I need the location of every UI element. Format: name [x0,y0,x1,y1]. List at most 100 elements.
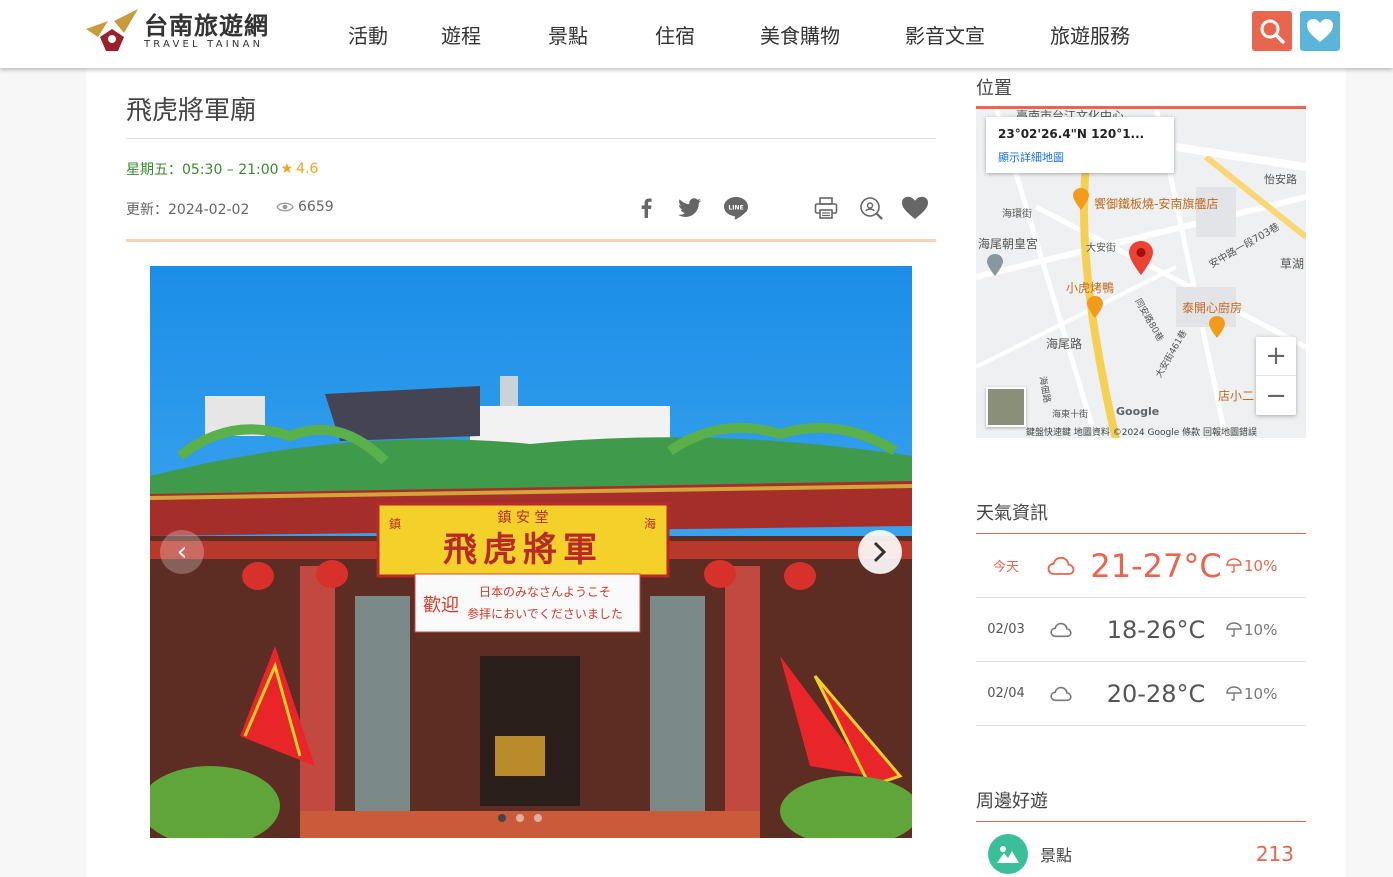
twitter-icon [678,198,701,217]
map-footer[interactable]: 鍵盤快速鍵 地圖資料 ©2024 Google 條款 回報地圖錯誤 [1026,425,1257,438]
map-coordinates: 23°02'26.4"N 120°1... [998,127,1145,141]
nearby-divider [976,821,1306,822]
favorites-button[interactable] [1300,11,1340,51]
facebook-icon [641,198,652,218]
map-label: 大安街 [1086,243,1116,254]
chevron-left-icon: ‹ [176,537,188,567]
map-label: 海尾路 [1046,337,1083,351]
line-icon: LINE [724,197,748,220]
welcome-left-text: 歡迎 [423,595,459,616]
nav-media[interactable]: 影音文宣 [905,20,1050,49]
weather-rain: 10% [1226,685,1296,703]
nav-food-shopping[interactable]: 美食購物 [760,20,905,49]
nearby-search-button[interactable] [857,194,885,222]
weather-date: 02/03 [987,622,1025,637]
logo-subtitle: TRAVEL TAINAN [144,39,264,50]
zoom-out-button[interactable]: − [1256,376,1296,415]
cloud-icon [1036,686,1086,702]
svg-text:LINE: LINE [728,205,743,212]
restaurant-pin-icon [1209,316,1225,338]
star-icon: ★ [280,161,294,177]
print-icon [814,197,838,219]
temple-photo: 鎮 安 堂 飛虎將軍 鎮 海 歡迎 日本のみなさんようこそ 参拝においでください… [150,266,912,838]
opening-hours: 星期五：05:30 – 21:00 ★ 4.6 [126,159,318,179]
nav-lodging[interactable]: 住宿 [655,20,760,49]
map-zoom-controls: + − [1256,337,1296,415]
landscape-icon [988,834,1028,874]
restaurant-pin-icon [1073,188,1089,210]
banner-top-text: 鎮 安 堂 [498,510,549,526]
map-label: 海環街 [1002,209,1032,220]
carousel-dot[interactable] [498,814,506,822]
zoom-in-button[interactable]: + [1256,337,1296,376]
favorite-button[interactable] [901,194,929,222]
map-poi[interactable]: 小虎烤鴨 [1066,279,1114,296]
view-count: 6659 [276,199,334,215]
map-label: 海東十街 [1052,410,1089,420]
weather-heading: 天氣資訊 [976,503,1048,524]
logo-title: 台南旅遊網 [144,12,269,40]
heart-icon [902,196,928,219]
line-share-button[interactable]: LINE [722,194,750,222]
nearby-count: 213 [1255,842,1294,866]
hours-text: 星期五：05:30 – 21:00 [126,162,279,178]
map-poi[interactable]: 店小二 [1218,387,1254,404]
nav-tours[interactable]: 遊程 [423,20,548,49]
carousel-dots [498,814,552,822]
nav-travel-services[interactable]: 旅遊服務 [1050,20,1148,49]
eye-icon [276,202,294,212]
map-label: 怡安路 [1264,173,1297,186]
carousel-prev-button[interactable]: ‹ [160,530,204,574]
nearby-attractions-item[interactable]: 景點 213 [976,834,1306,874]
page-title: 飛虎將軍廟 [126,96,257,126]
search-icon [1260,19,1285,44]
location-map[interactable]: 臺南市台江文化中心 海尾朝皇宮 海環街 大安街 海尾路 安中路一段703巷 草湖… [976,106,1306,438]
map-pin-icon [1129,241,1153,275]
welcome-line2-text: 参拝においでくださいました [467,606,623,621]
print-button[interactable] [812,194,840,222]
weather-temperature: 18-26°C [1106,615,1206,644]
map-poi[interactable]: 泰開心廚房 [1182,299,1242,316]
weather-temperature: 20-28°C [1106,679,1206,708]
banner-main-text: 飛虎將軍 [443,530,603,570]
rain-chance: 10% [1244,684,1278,703]
carousel-next-button[interactable] [858,530,902,574]
nearby-label: 景點 [1040,846,1073,865]
cloud-icon [1036,622,1086,638]
weather-row-today: 今天 21-27°C 10% [976,534,1306,598]
weather-date: 02/04 [987,686,1025,701]
rain-chance: 10% [1244,620,1278,639]
chevron-right-icon [873,541,887,563]
updated-date: 更新：2024-02-02 [126,202,250,218]
search-location-icon [860,197,883,220]
carousel-dot[interactable] [516,814,524,822]
weather-rain: 10% [1226,557,1296,575]
nav-attractions[interactable]: 景點 [548,20,655,49]
search-button[interactable] [1252,11,1292,51]
logo-mark-icon [84,7,140,57]
map-label: 海尾朝皇宮 [978,237,1039,251]
heart-icon [1307,19,1333,42]
carousel-dot[interactable] [534,814,542,822]
weather-temperature: 21-27°C [1090,546,1222,585]
map-satellite-toggle[interactable] [986,387,1026,427]
temple-photo-carousel[interactable]: 鎮 安 堂 飛虎將軍 鎮 海 歡迎 日本のみなさんようこそ 参拝においでください… [150,266,912,838]
banner-left-char: 鎮 [389,516,401,531]
site-logo[interactable]: 台南旅遊網 TRAVEL TAINAN [84,6,294,58]
umbrella-icon [1226,621,1242,637]
view-count-value: 6659 [298,199,334,215]
title-divider [126,138,936,139]
header-divider [126,239,936,242]
nav-activities[interactable]: 活動 [330,20,423,49]
twitter-share-button[interactable] [676,194,704,222]
restaurant-pin-icon [1087,296,1103,318]
map-label: 草湖 [1280,257,1305,271]
cloud-icon [1036,556,1086,576]
map-detail-link[interactable]: 顯示詳細地圖 [998,149,1162,165]
location-heading: 位置 [976,78,1012,99]
map-poi[interactable]: 饗御鐵板燒-安南旗艦店 [1094,195,1218,212]
facebook-share-button[interactable] [632,194,660,222]
rain-chance: 10% [1244,556,1278,575]
weather-rain: 10% [1226,621,1296,639]
weather-row: 02/04 20-28°C 10% [976,662,1306,726]
